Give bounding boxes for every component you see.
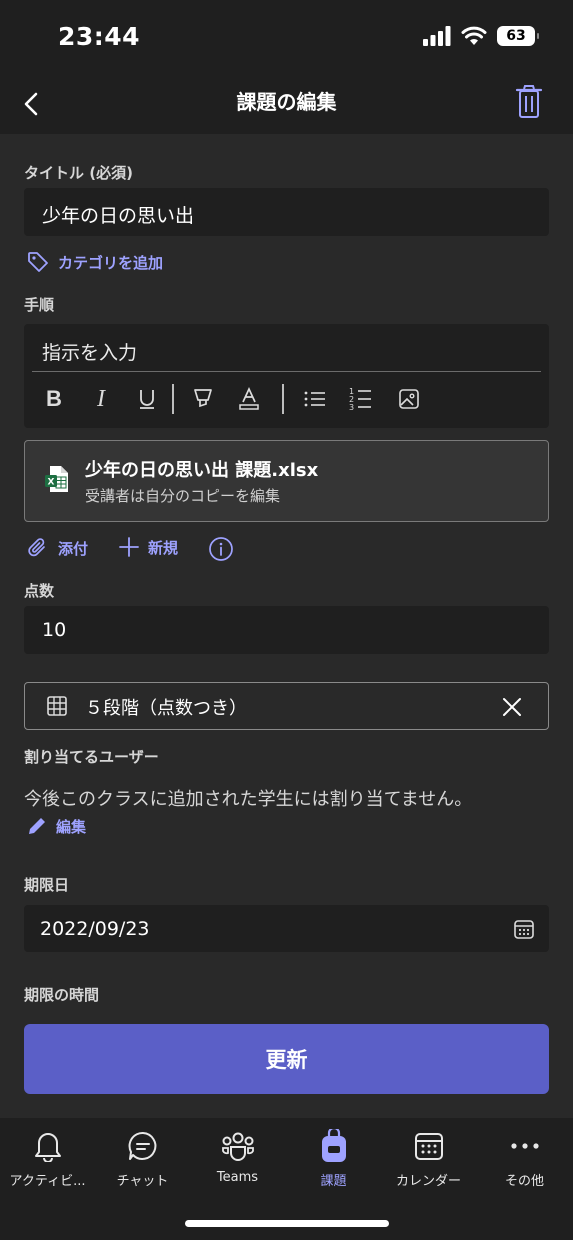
battery-icon: 63 <box>497 26 539 46</box>
backpack-icon <box>321 1129 346 1162</box>
svg-text:X: X <box>48 478 55 488</box>
italic-icon: I <box>97 385 105 412</box>
attachment-subtitle: 受講者は自分のコピーを編集 <box>85 487 281 505</box>
tab-label: チャット <box>116 1174 169 1189</box>
nav-bar: 課題の編集 <box>0 76 573 134</box>
tab-label: その他 <box>504 1174 544 1189</box>
due-date-label: 期限日 <box>24 876 70 894</box>
add-category-label: カテゴリを追加 <box>58 253 164 272</box>
attach-link[interactable]: 添付 <box>26 536 88 560</box>
home-indicator[interactable] <box>185 1220 389 1227</box>
rubric-selector[interactable]: ５段階（点数つき） <box>24 682 549 730</box>
numbered-list-icon: 1 2 3 <box>349 387 371 412</box>
update-button[interactable]: 更新 <box>24 1024 549 1094</box>
assign-text: 今後このクラスに追加された学生には割り当てません。 <box>24 789 473 810</box>
attach-label: 添付 <box>58 539 89 558</box>
due-time-label: 期限の時間 <box>24 986 100 1004</box>
page-title: 課題の編集 <box>236 90 337 114</box>
tab-activity[interactable]: アクティビ... <box>0 1128 95 1189</box>
tab-chat[interactable]: チャット <box>95 1128 190 1189</box>
highlighter-icon <box>194 389 212 408</box>
due-date-input[interactable]: 2022/09/23 <box>24 905 549 952</box>
status-bar: 23:44 63 <box>0 0 573 76</box>
close-icon[interactable] <box>502 697 522 717</box>
pencil-icon <box>29 818 45 834</box>
calendar-icon[interactable] <box>513 918 535 940</box>
bullet-list-icon <box>304 391 325 407</box>
attachment-name: 少年の日の思い出 課題.xlsx <box>85 460 319 481</box>
wifi-icon <box>461 26 487 45</box>
tab-label: アクティビ... <box>9 1174 86 1189</box>
calendar-icon <box>414 1133 443 1160</box>
tag-icon <box>28 252 48 272</box>
image-icon <box>399 389 419 409</box>
edit-assign-link[interactable]: 編集 <box>26 815 86 837</box>
tab-more[interactable]: その他 <box>477 1128 572 1189</box>
title-label: タイトル (必須) <box>24 164 133 182</box>
info-icon[interactable] <box>208 536 234 562</box>
title-value: 少年の日の思い出 <box>42 205 195 227</box>
divider <box>32 371 541 372</box>
new-label: 新規 <box>148 538 179 557</box>
more-icon <box>510 1143 539 1149</box>
grid-icon <box>47 696 67 716</box>
tab-label: 課題 <box>320 1174 347 1189</box>
signal-icon <box>423 26 451 46</box>
highlight-button[interactable] <box>190 382 216 416</box>
assign-label: 割り当てるユーザー <box>24 748 159 766</box>
delete-button[interactable] <box>515 84 543 120</box>
new-link[interactable]: 新規 <box>118 536 178 558</box>
insert-image-button[interactable] <box>396 382 422 416</box>
svg-text:3: 3 <box>349 403 354 412</box>
tab-assignments[interactable]: 課題 <box>286 1128 381 1189</box>
due-date-value: 2022/09/23 <box>40 918 150 940</box>
edit-label: 編集 <box>56 817 87 836</box>
add-category-link[interactable]: カテゴリを追加 <box>26 250 163 274</box>
teams-icon <box>221 1132 254 1161</box>
bold-icon: B <box>46 386 62 411</box>
bell-icon <box>34 1133 61 1162</box>
attachment-card[interactable]: X 少年の日の思い出 課題.xlsx 受講者は自分のコピーを編集 <box>24 440 549 522</box>
instructions-input[interactable]: 指示を入力 <box>42 338 137 365</box>
status-icons: 63 <box>423 26 539 46</box>
tab-calendar[interactable]: カレンダー <box>381 1128 476 1189</box>
tab-label: カレンダー <box>395 1174 461 1189</box>
instructions-label: 手順 <box>24 296 55 314</box>
bold-button[interactable]: B <box>44 382 64 416</box>
bullet-list-button[interactable] <box>302 382 328 416</box>
points-value: 10 <box>42 619 67 641</box>
underline-button[interactable] <box>134 382 160 416</box>
font-color-button[interactable] <box>236 382 262 416</box>
underline-icon <box>140 390 154 409</box>
excel-file-icon: X <box>45 466 68 492</box>
points-input[interactable]: 10 <box>24 606 549 654</box>
status-time: 23:44 <box>58 22 141 51</box>
tab-label: Teams <box>216 1170 259 1185</box>
plus-icon <box>119 537 139 557</box>
toolbar-separator <box>172 384 174 414</box>
numbered-list-button[interactable]: 1 2 3 <box>348 382 374 416</box>
tab-teams[interactable]: Teams <box>190 1128 285 1185</box>
chat-icon <box>128 1131 156 1160</box>
format-toolbar: B I 1 2 3 <box>44 382 422 416</box>
italic-button[interactable]: I <box>88 382 114 416</box>
points-label: 点数 <box>24 582 55 600</box>
trash-icon <box>515 85 543 118</box>
toolbar-separator <box>282 384 284 414</box>
rubric-label: ５段階（点数つき） <box>85 698 247 719</box>
paperclip-icon <box>28 538 45 557</box>
font-color-icon <box>239 386 259 410</box>
title-input[interactable]: 少年の日の思い出 <box>24 188 549 236</box>
